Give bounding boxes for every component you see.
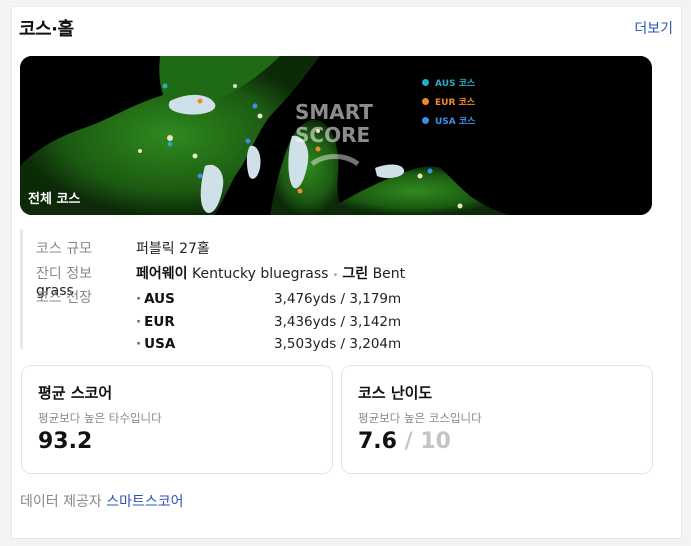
green-label: 그린 [342,266,369,282]
average-score-subtitle: 평균보다 높은 타수입니다 [38,411,162,425]
course-scale-label: 코스 규모 [36,241,92,257]
legend-item-eur: EUR 코스 [422,92,475,111]
length-name: USA [144,336,176,352]
length-row-usa: · USA 3,503yds / 3,204m [136,336,402,352]
data-provider-link[interactable]: 스마트스코어 [106,494,183,510]
course-length-label: 코스 전장 [36,290,92,306]
data-provider: 데이터 제공자 스마트스코어 [20,491,183,511]
average-score-title: 평균 스코어 [38,384,113,402]
fairway-label: 페어웨이 [136,266,188,282]
course-map[interactable]: SMART SCORE AUS 코스 EUR 코스 USA 코스 전체 코스 [20,56,652,215]
map-legend: AUS 코스 EUR 코스 USA 코스 [422,73,475,130]
usa-dot-icon [422,117,429,124]
course-difficulty-max: / 10 [404,429,451,454]
course-difficulty-value: 7.6 [358,429,397,454]
more-link[interactable]: 더보기 [634,18,673,38]
card-bottom-divider [11,538,682,539]
length-value: 3,503yds / 3,204m [274,336,402,352]
separator-dot: • [332,270,339,281]
average-score-value: 93.2 [38,429,93,454]
course-difficulty-value-wrap: 7.6 / 10 [358,429,451,454]
course-difficulty-title: 코스 난이도 [358,384,433,402]
course-map-illustration: SMART SCORE [20,56,652,215]
fairway-value: Kentucky bluegrass [191,266,329,282]
length-row-aus: · AUS 3,476yds / 3,179m [136,291,402,307]
watermark-line1: SMART [295,100,373,124]
course-difficulty-card: 코스 난이도 평균보다 높은 코스입니다 7.6 / 10 [341,365,653,474]
eur-dot-icon [422,98,429,105]
legend-label: USA 코스 [435,117,476,127]
section-title: 코스·홀 [19,19,74,40]
length-row-eur: · EUR 3,436yds / 3,142m [136,314,402,330]
course-scale-value: 퍼블릭 27홀 [136,241,210,257]
card-header: 코스·홀 더보기 [19,15,673,41]
data-provider-label: 데이터 제공자 [20,494,102,510]
legend-item-aus: AUS 코스 [422,73,475,92]
course-info: 코스 규모 퍼블릭 27홀 잔디 정보 페어웨이 Kentucky bluegras… [20,229,443,352]
legend-label: EUR 코스 [435,98,476,108]
legend-label: AUS 코스 [435,79,476,89]
course-scale-row: 코스 규모 퍼블릭 27홀 [36,238,210,258]
legend-item-usa: USA 코스 [422,111,475,130]
grass-info-label: 잔디 정보 [36,266,92,282]
length-value: 3,476yds / 3,179m [274,291,402,307]
length-name: EUR [144,314,175,330]
length-value: 3,436yds / 3,142m [274,314,402,330]
course-difficulty-subtitle: 평균보다 높은 코스입니다 [358,411,482,425]
watermark-line2: SCORE [295,123,370,147]
aus-dot-icon [422,79,429,86]
course-length-row: 코스 전장 [36,287,136,307]
average-score-card: 평균 스코어 평균보다 높은 타수입니다 93.2 [21,365,333,474]
map-caption: 전체 코스 [28,192,81,207]
length-name: AUS [144,291,175,307]
